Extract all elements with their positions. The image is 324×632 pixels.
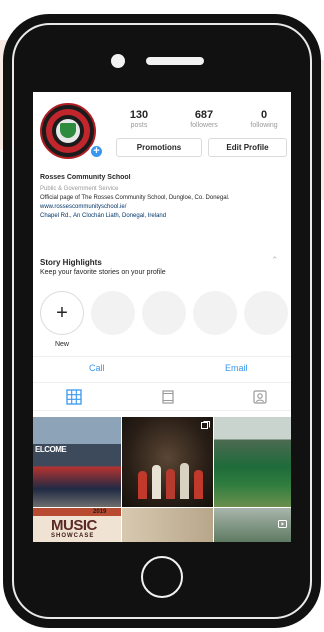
new-highlight-label: New bbox=[54, 341, 69, 348]
post-thumbnail-text: ELCOME bbox=[35, 445, 67, 454]
followers-count: 687 bbox=[194, 109, 214, 121]
post-thumbnail[interactable] bbox=[122, 508, 213, 542]
tagged-photos-icon[interactable] bbox=[252, 389, 268, 405]
highlight-placeholder bbox=[142, 291, 186, 335]
stat-followers[interactable]: 687 followers bbox=[174, 109, 234, 129]
performer-figure bbox=[166, 469, 175, 499]
highlight-placeholder bbox=[193, 291, 237, 335]
performer-figure bbox=[180, 463, 189, 499]
performer-figure bbox=[152, 465, 161, 499]
following-label: following bbox=[250, 122, 278, 129]
profile-description: Official page of The Rosses Community Sc… bbox=[40, 195, 230, 201]
profile-name: Rosses Community School bbox=[40, 174, 131, 181]
add-story-icon[interactable]: + bbox=[89, 144, 104, 159]
chevron-up-icon[interactable]: ⌃ bbox=[271, 255, 279, 266]
post-thumbnail[interactable]: 2019 MUSIC SHOWCASE bbox=[33, 508, 121, 542]
poster-subtitle: SHOWCASE bbox=[51, 533, 95, 539]
post-thumbnail[interactable]: ELCOME bbox=[33, 417, 121, 507]
divider bbox=[33, 410, 291, 411]
promotions-button[interactable]: Promotions bbox=[116, 138, 202, 157]
feed-view-icon[interactable] bbox=[160, 389, 176, 405]
call-button[interactable]: Call bbox=[89, 363, 105, 373]
stat-following[interactable]: 0 following bbox=[234, 109, 291, 129]
profile-screen: + 130 posts 687 followers 0 following Pr… bbox=[33, 92, 291, 542]
divider bbox=[33, 382, 291, 383]
plus-icon: + bbox=[56, 302, 68, 324]
poster-title: MUSIC bbox=[51, 517, 97, 534]
performer-figure bbox=[194, 470, 203, 499]
home-button[interactable] bbox=[141, 556, 183, 598]
stat-posts[interactable]: 130 posts bbox=[109, 109, 169, 129]
divider bbox=[33, 356, 291, 357]
followers-label: followers bbox=[190, 122, 218, 129]
video-icon bbox=[278, 520, 287, 528]
front-camera bbox=[111, 54, 125, 68]
poster-year: 2019 bbox=[93, 509, 107, 515]
profile-category: Public & Government Service bbox=[40, 186, 119, 192]
multiple-photos-icon bbox=[201, 421, 210, 429]
following-count: 0 bbox=[260, 109, 268, 121]
avatar[interactable] bbox=[40, 103, 96, 159]
highlight-placeholder bbox=[244, 291, 288, 335]
email-button[interactable]: Email bbox=[225, 363, 248, 373]
story-highlights-title: Story Highlights bbox=[40, 258, 102, 267]
new-highlight-button[interactable]: + bbox=[40, 291, 84, 335]
profile-website-link[interactable]: www.rossescommunityschool.ie/ bbox=[40, 203, 288, 211]
edit-profile-button[interactable]: Edit Profile bbox=[208, 138, 287, 157]
profile-address-link[interactable]: Chapel Rd., An Clochán Liath, Donegal, I… bbox=[40, 212, 288, 220]
poster-stripe bbox=[33, 508, 121, 516]
highlight-placeholder bbox=[91, 291, 135, 335]
performer-figure bbox=[138, 471, 147, 499]
post-thumbnail[interactable] bbox=[122, 417, 213, 507]
posts-label: posts bbox=[130, 122, 148, 129]
posts-count: 130 bbox=[129, 109, 149, 121]
grid-view-icon[interactable] bbox=[66, 389, 82, 405]
post-thumbnail[interactable] bbox=[214, 417, 291, 507]
speaker-grille bbox=[146, 57, 204, 65]
story-highlights-subtitle: Keep your favorite stories on your profi… bbox=[40, 269, 166, 276]
